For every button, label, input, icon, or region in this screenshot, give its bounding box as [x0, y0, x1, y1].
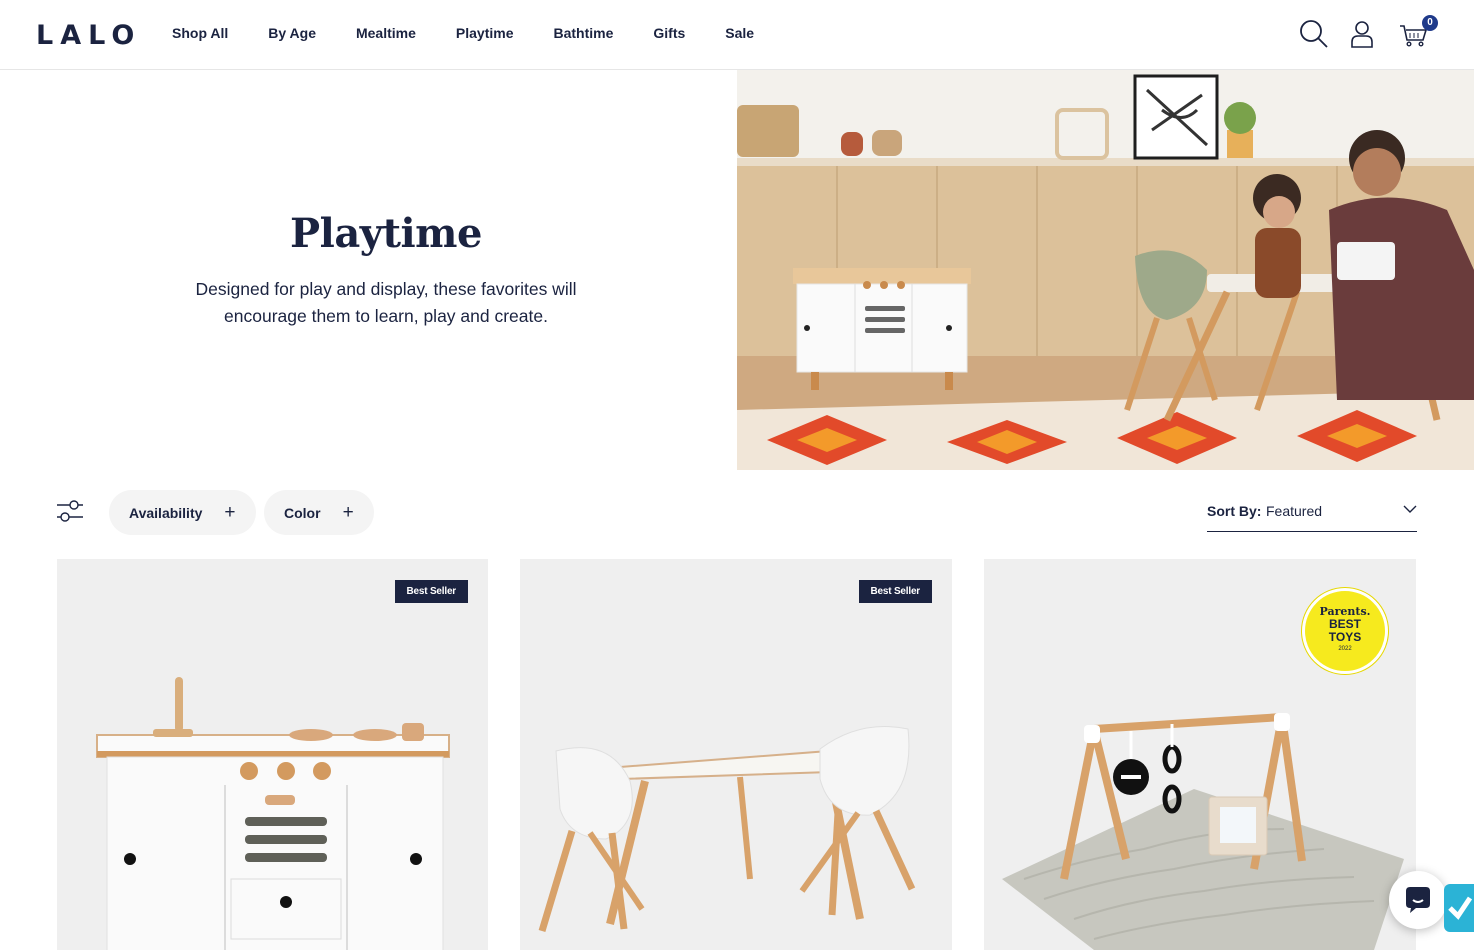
cart-count-badge: 0 [1422, 15, 1438, 31]
nav-bathtime[interactable]: Bathtime [554, 25, 614, 41]
nav-gifts[interactable]: Gifts [653, 25, 685, 41]
page-title: Playtime [290, 210, 482, 257]
plus-icon: + [342, 501, 354, 523]
filter-color-label: Color [284, 504, 321, 521]
filter-availability-button[interactable]: Availability + [109, 490, 256, 535]
product-image-table-and-chairs [538, 726, 916, 933]
filter-availability-label: Availability [129, 504, 203, 521]
product-card-play-kitchen[interactable]: Best Seller [57, 559, 488, 950]
nav-by-age[interactable]: By Age [268, 25, 316, 41]
product-card-play-gym[interactable]: Parents. BEST TOYS 2022 [984, 559, 1416, 950]
filter-sliders-icon[interactable] [56, 498, 84, 524]
main-nav: Shop All By Age Mealtime Playtime Bathti… [172, 25, 794, 41]
accessibility-widget[interactable] [1444, 884, 1474, 932]
best-seller-badge: Best Seller [858, 580, 932, 603]
product-image-play-kitchen [96, 677, 450, 950]
nav-shop-all[interactable]: Shop All [172, 25, 228, 41]
hero-image [737, 70, 1474, 470]
sort-dropdown[interactable]: Sort By: Featured [1207, 500, 1417, 532]
check-icon [1448, 896, 1473, 920]
chat-bubble-icon [1406, 887, 1430, 913]
nav-sale[interactable]: Sale [725, 25, 754, 41]
chat-button[interactable] [1389, 871, 1447, 929]
chevron-down-icon [1403, 502, 1417, 521]
hero-text-panel: Playtime Designed for play and display, … [0, 70, 737, 470]
filter-color-button[interactable]: Color + [264, 490, 374, 535]
hero-description: Designed for play and display, these fav… [195, 279, 577, 326]
sort-label: Sort By: [1207, 503, 1262, 519]
account-icon[interactable] [1346, 18, 1378, 50]
plus-icon: + [224, 501, 236, 523]
nav-playtime[interactable]: Playtime [456, 25, 514, 41]
parents-best-toys-award-badge: Parents. BEST TOYS 2022 [1302, 588, 1388, 674]
nav-mealtime[interactable]: Mealtime [356, 25, 416, 41]
product-card-table-and-chairs[interactable]: Best Seller [520, 559, 952, 950]
site-header: LALO Shop All By Age Mealtime Playtime B… [0, 0, 1474, 70]
logo[interactable]: LALO [36, 20, 141, 51]
search-icon[interactable] [1298, 18, 1330, 50]
best-seller-badge: Best Seller [394, 580, 468, 603]
sort-value: Featured [1266, 503, 1323, 519]
